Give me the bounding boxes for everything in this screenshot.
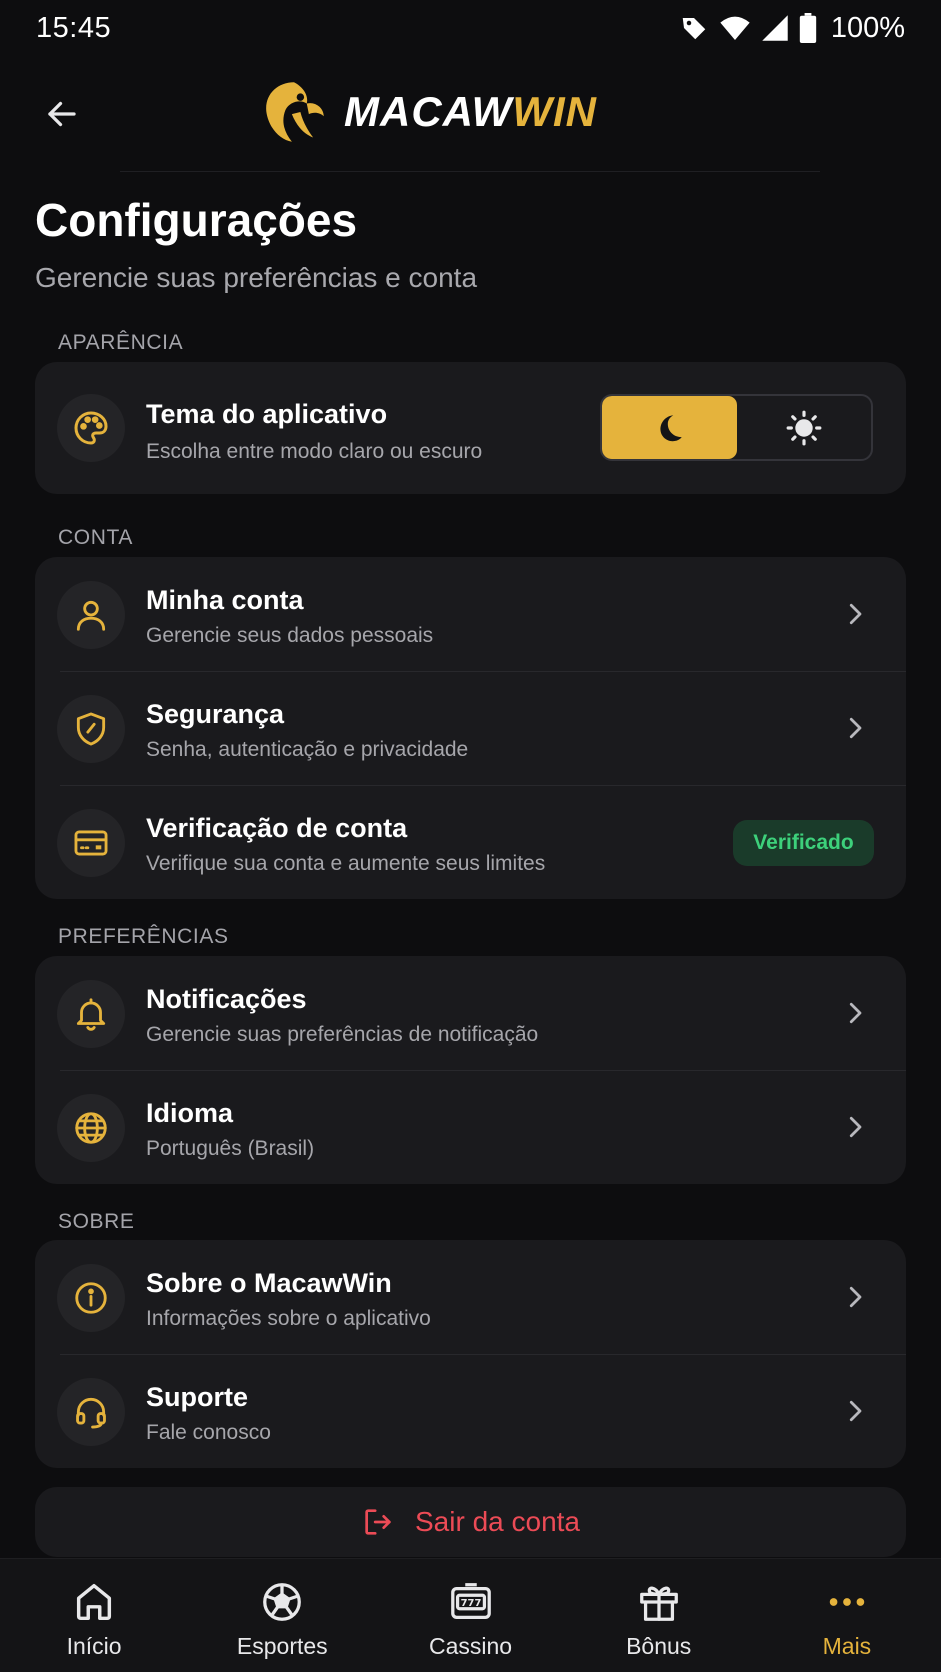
macaw-logo-icon bbox=[266, 82, 324, 142]
logo-wordmark: MACAWWIN bbox=[344, 88, 597, 135]
menu-item-seguranca[interactable]: Segurança Senha, autenticação e privacid… bbox=[35, 671, 906, 785]
section-label-appearance: APARÊNCIA bbox=[58, 331, 184, 354]
nav-item-bonus[interactable]: Bônus bbox=[565, 1559, 753, 1672]
chevron-right-icon bbox=[836, 595, 874, 633]
gift-icon bbox=[639, 1586, 678, 1621]
menu-item-subtitle: Gerencie seus dados pessoais bbox=[146, 624, 434, 647]
account-card: Minha conta Gerencie seus dados pessoais… bbox=[35, 557, 906, 899]
tag-icon bbox=[679, 13, 709, 43]
battery-level: 100% bbox=[830, 11, 905, 44]
battery-icon bbox=[799, 13, 817, 43]
chevron-right-icon bbox=[836, 1278, 874, 1316]
menu-item-subtitle: Fale conosco bbox=[146, 1421, 271, 1444]
chevron-right-icon bbox=[836, 1108, 874, 1146]
logout-button[interactable]: Sair da conta bbox=[35, 1487, 906, 1557]
menu-item-subtitle: Português (Brasil) bbox=[146, 1137, 315, 1160]
soccer-ball-icon bbox=[263, 1583, 302, 1621]
bottom-nav: Início Esportes 777 Cassino Bônus Mais bbox=[0, 1558, 941, 1672]
menu-item-subtitle: Senha, autenticação e privacidade bbox=[146, 738, 469, 761]
nav-item-cassino[interactable]: 777 Cassino bbox=[376, 1559, 564, 1672]
nav-item-esportes[interactable]: Esportes bbox=[188, 1559, 376, 1672]
palette-icon bbox=[57, 394, 125, 462]
status-time: 15:45 bbox=[36, 11, 112, 44]
user-icon bbox=[57, 581, 125, 649]
menu-item-subtitle: Gerencie suas preferências de notificaçã… bbox=[146, 1023, 539, 1046]
chevron-right-icon bbox=[836, 994, 874, 1032]
menu-item-sobre[interactable]: Sobre o MacawWin Informações sobre o apl… bbox=[35, 1240, 906, 1354]
logout-label: Sair da conta bbox=[415, 1506, 580, 1537]
sun-icon bbox=[786, 410, 822, 445]
nav-item-mais[interactable]: Mais bbox=[753, 1559, 941, 1672]
section-label-preferences: PREFERÊNCIAS bbox=[58, 925, 229, 948]
arrow-left-icon bbox=[48, 101, 76, 127]
shield-icon bbox=[57, 695, 125, 763]
globe-icon bbox=[57, 1094, 125, 1162]
verified-badge: Verificado bbox=[733, 820, 874, 866]
svg-text:777: 777 bbox=[460, 1598, 481, 1609]
home-icon bbox=[77, 1583, 112, 1621]
page-subtitle: Gerencie suas preferências e conta bbox=[35, 262, 478, 293]
id-card-icon bbox=[57, 809, 125, 877]
page-title: Configurações bbox=[35, 194, 358, 246]
menu-item-title: Sobre o MacawWin bbox=[146, 1268, 392, 1298]
menu-item-title: Notificações bbox=[146, 984, 307, 1014]
menu-item-notificacoes[interactable]: Notificações Gerencie suas preferências … bbox=[35, 956, 906, 1070]
menu-item-suporte[interactable]: Suporte Fale conosco bbox=[35, 1354, 906, 1468]
menu-item-title: Idioma bbox=[146, 1098, 234, 1128]
signal-icon bbox=[761, 13, 789, 43]
menu-item-idioma[interactable]: Idioma Português (Brasil) bbox=[35, 1070, 906, 1184]
theme-subtitle: Escolha entre modo claro ou escuro bbox=[146, 440, 483, 463]
status-bar: 15:45 100% bbox=[0, 0, 941, 56]
menu-item-subtitle: Informações sobre o aplicativo bbox=[146, 1307, 431, 1330]
theme-dark-option[interactable] bbox=[602, 396, 737, 459]
status-icons: 100% bbox=[679, 12, 905, 45]
theme-light-option[interactable] bbox=[737, 396, 872, 459]
headset-icon bbox=[57, 1378, 125, 1446]
wifi-icon bbox=[719, 13, 751, 43]
menu-item-verificacao[interactable]: Verificação de conta Verifique sua conta… bbox=[35, 785, 906, 899]
chevron-right-icon bbox=[836, 1392, 874, 1430]
slot-machine-icon: 777 bbox=[450, 1583, 491, 1619]
theme-title: Tema do aplicativo bbox=[146, 399, 388, 429]
theme-toggle bbox=[600, 394, 873, 461]
menu-item-title: Minha conta bbox=[146, 585, 304, 615]
app-header: MACAWWIN bbox=[0, 62, 941, 162]
menu-item-subtitle: Verifique sua conta e aumente seus limit… bbox=[146, 852, 546, 875]
back-button[interactable] bbox=[34, 86, 90, 142]
appearance-card: Tema do aplicativo Escolha entre modo cl… bbox=[35, 362, 906, 494]
moon-icon bbox=[660, 414, 682, 441]
theme-row: Tema do aplicativo Escolha entre modo cl… bbox=[35, 362, 906, 494]
info-icon bbox=[57, 1264, 125, 1332]
logout-icon bbox=[365, 1509, 391, 1535]
bell-icon bbox=[57, 980, 125, 1048]
menu-item-title: Suporte bbox=[146, 1382, 249, 1412]
about-card: Sobre o MacawWin Informações sobre o apl… bbox=[35, 1240, 906, 1468]
app-logo: MACAWWIN bbox=[260, 72, 597, 152]
section-label-account: CONTA bbox=[58, 526, 133, 549]
menu-item-minha-conta[interactable]: Minha conta Gerencie seus dados pessoais bbox=[35, 557, 906, 671]
more-dots-icon bbox=[829, 1598, 865, 1606]
header-divider bbox=[120, 171, 820, 172]
nav-item-inicio[interactable]: Início bbox=[0, 1559, 188, 1672]
menu-item-title: Segurança bbox=[146, 699, 285, 729]
preferences-card: Notificações Gerencie suas preferências … bbox=[35, 956, 906, 1184]
menu-item-title: Verificação de conta bbox=[146, 813, 408, 843]
chevron-right-icon bbox=[836, 709, 874, 747]
section-label-about: SOBRE bbox=[58, 1210, 135, 1233]
